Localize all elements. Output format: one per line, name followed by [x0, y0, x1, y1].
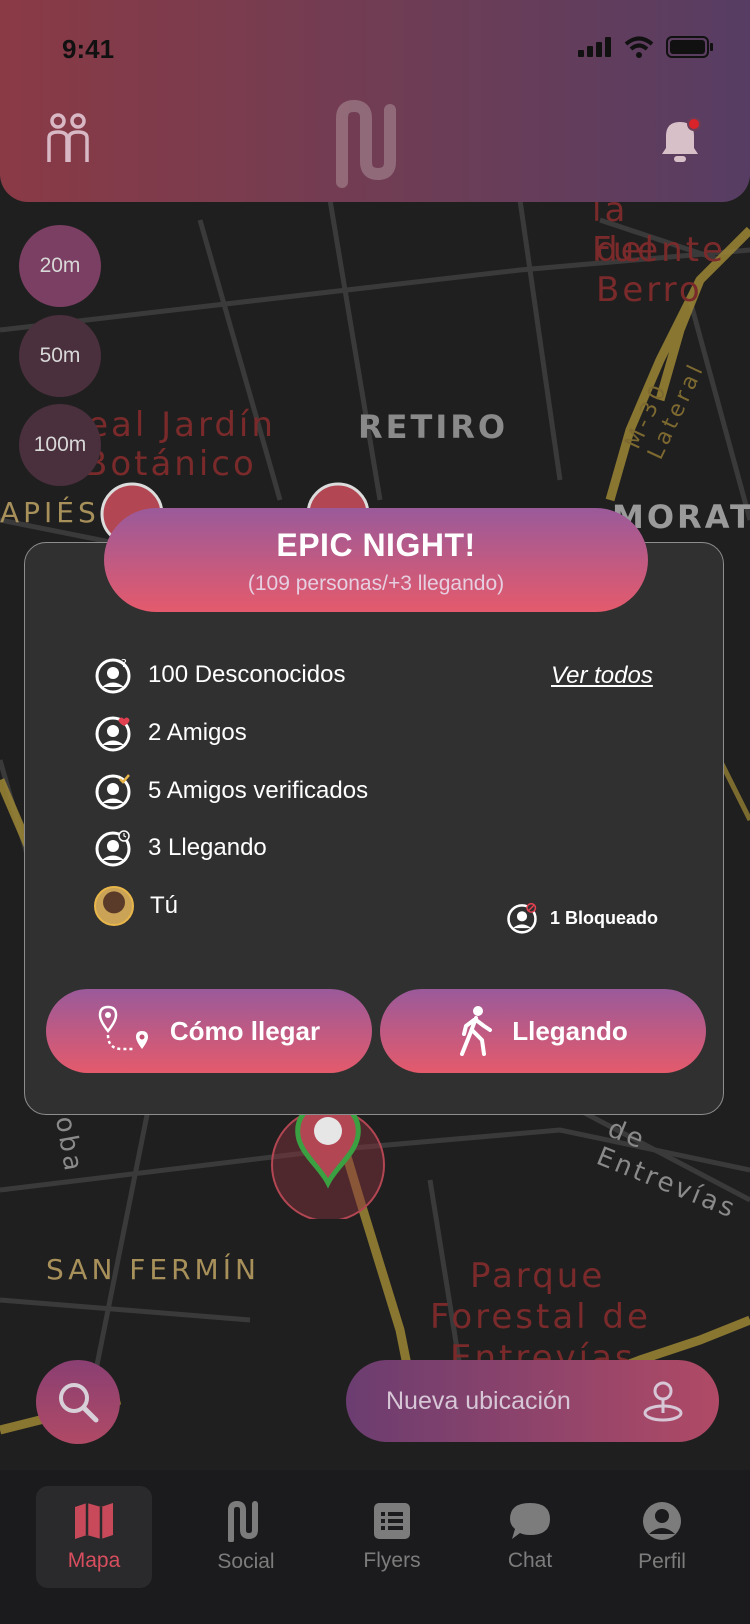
distance-filter-20m[interactable]: 20m [19, 225, 101, 307]
social-logo-icon [228, 1500, 258, 1542]
notification-bell-icon[interactable] [656, 116, 704, 168]
location-pin-icon [643, 1381, 683, 1422]
event-title: EPIC NIGHT! [276, 527, 476, 563]
map-label: SAN FERMÍN [46, 1253, 260, 1286]
status-time: 9:41 [62, 34, 115, 64]
app-logo-icon [336, 100, 396, 188]
attendee-row-friends: 2 Amigos [94, 714, 247, 752]
tab-social[interactable]: Social [188, 1486, 304, 1588]
map-label: Parque [470, 1256, 606, 1296]
blocked-users[interactable]: 1 Bloqueado [506, 902, 658, 934]
walking-person-icon [460, 1006, 493, 1056]
map-label: del Berro [596, 230, 703, 310]
wifi-icon [624, 36, 654, 58]
friends-icon[interactable] [44, 112, 92, 166]
attendee-row-arriving: 3 Llegando [94, 829, 267, 867]
new-location-label: Nueva ubicación [386, 1386, 571, 1415]
map-label: Botánico [84, 444, 257, 484]
new-location-button[interactable]: Nueva ubicación [346, 1360, 719, 1442]
friend-user-icon [95, 716, 131, 752]
tab-perfil[interactable]: Perfil [604, 1486, 720, 1588]
tab-label: Flyers [363, 1549, 421, 1572]
distance-filter-label: 100m [33, 433, 87, 456]
directions-button[interactable]: Cómo llegar [46, 989, 372, 1073]
search-icon [59, 1383, 99, 1423]
chat-icon [510, 1503, 550, 1539]
map-label: Forestal de [430, 1297, 651, 1337]
app-header: 9:41 [0, 0, 750, 202]
distance-filter-100m[interactable]: 100m [19, 404, 101, 486]
attendee-row-you: Tú [94, 886, 178, 926]
distance-filter-50m[interactable]: 50m [19, 315, 101, 397]
tab-bar: Mapa Social Flyers Chat Perfil [0, 1470, 750, 1624]
arriving-user-icon [95, 830, 131, 867]
attendee-row-verified: 5 Amigos verificados [94, 772, 368, 810]
verified-friend-icon [95, 774, 131, 810]
event-attendance: (109 personas/+3 llegando) [247, 572, 505, 595]
distance-filter-label: 50m [39, 344, 81, 367]
arriving-button-label: Llegando [512, 1015, 628, 1046]
status-icons [578, 36, 714, 58]
see-all-link[interactable]: Ver todos [551, 662, 653, 690]
directions-button-label: Cómo llegar [169, 1015, 321, 1046]
blocked-label: 1 Bloqueado [550, 907, 659, 928]
attendee-row-label: 3 Llegando [148, 834, 267, 861]
route-icon [98, 1005, 148, 1051]
avatar [94, 886, 134, 926]
signal-icon [578, 37, 611, 57]
arriving-button[interactable]: Llegando [380, 989, 706, 1073]
svg-text:?: ? [121, 657, 127, 670]
blocked-user-icon [507, 902, 537, 934]
tab-flyers[interactable]: Flyers [334, 1486, 450, 1588]
search-button[interactable] [36, 1360, 120, 1444]
attendee-row-label: 100 Desconocidos [148, 661, 346, 688]
tab-label: Social [217, 1550, 275, 1573]
map-label: APIÉS [0, 496, 100, 529]
attendee-row-label: Tú [150, 892, 179, 919]
attendee-row-label: 2 Amigos [148, 719, 247, 746]
tab-mapa[interactable]: Mapa [36, 1486, 152, 1588]
attendee-row-label: 5 Amigos verificados [148, 777, 369, 804]
attendee-row-unknown: ? 100 Desconocidos [94, 656, 345, 694]
tab-label: Mapa [67, 1549, 121, 1572]
map-icon [75, 1503, 113, 1539]
tab-label: Perfil [638, 1550, 686, 1573]
tab-chat[interactable]: Chat [472, 1486, 588, 1588]
unknown-user-icon: ? [95, 657, 131, 694]
distance-filter-label: 20m [39, 254, 81, 277]
tab-label: Chat [507, 1549, 553, 1572]
map-label: Entrevías [450, 1338, 636, 1360]
battery-icon [666, 36, 713, 58]
event-header: EPIC NIGHT! (109 personas/+3 llegando) [104, 508, 648, 612]
flyers-list-icon [374, 1503, 410, 1539]
map-label: RETIRO [358, 408, 509, 446]
profile-icon [643, 1502, 681, 1540]
